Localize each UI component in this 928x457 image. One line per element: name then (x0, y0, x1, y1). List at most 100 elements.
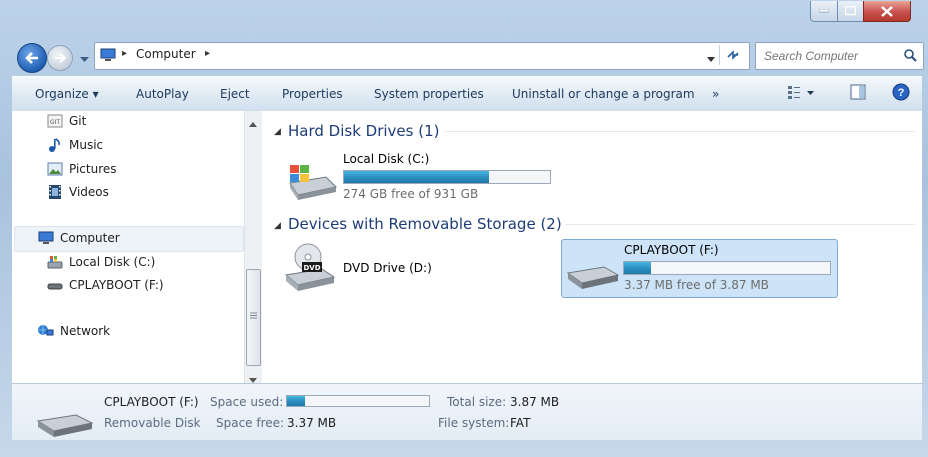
collapse-hard-disk-drives-icon[interactable]: ◢ (274, 127, 281, 137)
pictures-icon (47, 162, 63, 176)
scroll-up-icon[interactable] (249, 116, 257, 130)
properties-button[interactable]: Properties (282, 87, 343, 101)
details-pane (12, 383, 922, 440)
grip-icon (250, 312, 257, 319)
arrow-left-icon (25, 52, 38, 64)
sidebar-item-network[interactable]: Network (38, 320, 110, 342)
dvd-drive-icon: DVD (284, 243, 336, 291)
sidebar-item-label: Videos (69, 185, 109, 199)
sidebar-item-label: Music (69, 138, 104, 152)
file-system-value: FAT (510, 416, 531, 430)
refresh-icon[interactable] (725, 47, 741, 66)
sidebar-item-computer[interactable]: Computer (38, 227, 120, 249)
scrollbar-thumb[interactable] (246, 269, 261, 366)
total-size-label: Total size: (447, 395, 507, 409)
drive-free-space: 274 GB free of 931 GB (343, 187, 479, 201)
sidebar-item-videos[interactable]: Videos (47, 181, 109, 203)
sidebar-item-label: Local Disk (C:) (69, 255, 156, 269)
help-icon: ? (892, 83, 910, 101)
details-drive-name: CPLAYBOOT (F:) (104, 395, 199, 409)
drive-name: Local Disk (C:) (343, 152, 430, 166)
sidebar-item-label: Git (69, 114, 87, 128)
breadcrumb-separator-icon[interactable]: ▸ (122, 48, 127, 59)
details-usage-fill (287, 396, 306, 406)
eject-button[interactable]: Eject (220, 87, 250, 101)
svg-text:DVD: DVD (303, 264, 320, 272)
autoplay-button[interactable]: AutoPlay (136, 87, 189, 101)
address-bar[interactable]: ▸ Computer ▸ (94, 42, 750, 70)
removable-drive-icon (47, 283, 63, 290)
drive-name: CPLAYBOOT (F:) (624, 243, 719, 257)
drive-usage-fill (624, 262, 651, 274)
drive-usage-bar (343, 170, 551, 184)
preview-pane-icon (850, 84, 866, 100)
address-dropdown-icon[interactable] (707, 51, 715, 65)
title-bar (0, 0, 928, 38)
git-folder-icon: GIT (47, 114, 63, 128)
preview-pane-button[interactable] (850, 84, 866, 103)
drive-usage-fill (344, 171, 490, 183)
organize-label: Organize (35, 87, 89, 101)
local-disk-icon (47, 256, 63, 269)
view-options-icon (788, 86, 814, 99)
drive-name: DVD Drive (D:) (343, 261, 432, 275)
system-properties-button[interactable]: System properties (374, 87, 484, 101)
videos-icon (49, 185, 61, 199)
address-divider (719, 45, 720, 65)
search-box[interactable] (755, 42, 924, 70)
more-commands-button[interactable]: » (712, 87, 719, 101)
search-icon[interactable] (904, 49, 917, 62)
sidebar-item-label: CPLAYBOOT (F:) (69, 278, 164, 292)
breadcrumb-computer[interactable]: Computer (136, 47, 196, 61)
sidebar-item-label: Pictures (69, 162, 117, 176)
close-button[interactable] (863, 1, 911, 22)
chevron-down-icon (80, 57, 89, 62)
group-divider (445, 131, 915, 132)
svg-text:GIT: GIT (50, 119, 60, 126)
drive-free-space: 3.37 MB free of 3.87 MB (624, 278, 769, 292)
close-icon (881, 5, 893, 17)
help-button[interactable]: ? (892, 83, 910, 104)
computer-icon (100, 48, 116, 61)
sidebar-item-cplayboot-f[interactable]: CPLAYBOOT (F:) (47, 274, 164, 296)
details-drive-type: Removable Disk (104, 416, 201, 430)
forward-button[interactable] (47, 45, 73, 71)
details-usage-bar (286, 395, 430, 407)
drive-usage-bar (623, 261, 831, 275)
removable-drive-icon (36, 414, 94, 437)
arrow-right-icon (55, 53, 66, 63)
removable-drive-icon (566, 266, 620, 289)
sidebar-item-music[interactable]: Music (47, 134, 103, 156)
sidebar-item-label: Computer (60, 231, 120, 245)
file-system-label: File system: (438, 416, 510, 430)
space-free-label: Space free: (216, 416, 285, 430)
change-view-button[interactable] (788, 84, 816, 103)
group-removable-storage[interactable]: Devices with Removable Storage (2) (288, 215, 562, 233)
space-used-label: Space used: (210, 395, 284, 409)
total-size-value: 3.87 MB (510, 395, 560, 409)
computer-icon (38, 231, 54, 244)
sidebar-item-local-disk-c[interactable]: Local Disk (C:) (47, 251, 155, 273)
breadcrumb-chevron-icon[interactable]: ▸ (205, 48, 210, 59)
local-disk-icon (289, 165, 338, 200)
sidebar-item-pictures[interactable]: Pictures (47, 158, 117, 180)
organize-button[interactable]: Organize ▾ (35, 87, 99, 101)
collapse-removable-storage-icon[interactable]: ◢ (274, 221, 281, 231)
recent-pages-button[interactable] (80, 52, 89, 66)
maximize-icon (845, 6, 856, 16)
uninstall-program-button[interactable]: Uninstall or change a program (512, 87, 695, 101)
network-icon (38, 325, 54, 336)
minimize-button[interactable] (810, 1, 838, 22)
group-hard-disk-drives[interactable]: Hard Disk Drives (1) (288, 122, 439, 140)
back-button[interactable] (17, 43, 47, 73)
group-divider (565, 224, 915, 225)
sidebar-item-label: Network (60, 324, 111, 338)
search-input[interactable] (762, 46, 896, 66)
minimize-icon (819, 9, 829, 13)
sidebar-item-git[interactable]: GIT Git (47, 110, 86, 132)
maximize-button[interactable] (837, 1, 864, 22)
command-bar: Organize ▾ AutoPlay Eject Properties Sys… (12, 76, 922, 112)
svg-text:?: ? (898, 87, 905, 99)
music-icon (49, 138, 60, 152)
space-free-value: 3.37 MB (287, 416, 337, 430)
